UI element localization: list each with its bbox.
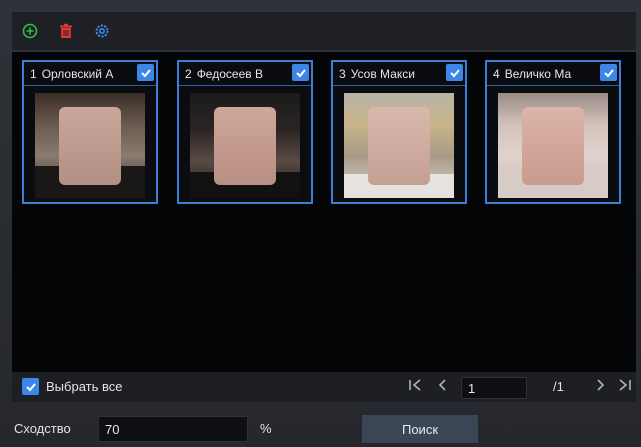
card-name: Федосеев В: [196, 66, 263, 81]
card-checkbox[interactable]: [137, 64, 154, 81]
face-card[interactable]: 2 Федосеев В: [177, 60, 313, 204]
prev-page-icon[interactable]: [437, 378, 449, 395]
search-button[interactable]: Поиск: [362, 415, 478, 443]
page-number-input[interactable]: 1: [461, 377, 527, 399]
last-page-icon[interactable]: [616, 378, 632, 395]
face-library-window: 1 Орловский А 2 Федосеев В 3 Усов Макси …: [0, 0, 641, 447]
face-photo: [35, 93, 145, 198]
similarity-label: Сходство: [14, 421, 71, 436]
footer-bar: Выбрать все 1 /1: [12, 372, 636, 402]
card-name: Величко Ма: [504, 66, 572, 81]
toolbar: [12, 12, 636, 50]
page-total: /1: [553, 379, 564, 394]
face-photo: [190, 93, 300, 198]
card-name: Усов Макси: [350, 66, 415, 81]
face-photo: [344, 93, 454, 198]
card-number: 2: [185, 66, 192, 81]
next-page-icon[interactable]: [594, 378, 606, 395]
similarity-unit: %: [260, 421, 272, 436]
check-icon: [140, 68, 151, 77]
trash-icon[interactable]: [56, 21, 76, 41]
card-checkbox[interactable]: [446, 64, 463, 81]
select-all-checkbox[interactable]: [22, 378, 39, 395]
similarity-input[interactable]: 70: [98, 416, 248, 442]
face-card[interactable]: 3 Усов Макси: [331, 60, 467, 204]
card-name: Орловский А: [41, 66, 114, 81]
card-number: 4: [493, 66, 500, 81]
face-grid: 1 Орловский А 2 Федосеев В 3 Усов Макси …: [12, 52, 636, 372]
gear-icon[interactable]: [92, 21, 112, 41]
card-checkbox[interactable]: [600, 64, 617, 81]
card-checkbox[interactable]: [292, 64, 309, 81]
card-number: 1: [30, 66, 37, 81]
check-icon: [449, 68, 460, 77]
check-icon: [295, 68, 306, 77]
select-all-label: Выбрать все: [46, 379, 123, 394]
check-icon: [603, 68, 614, 77]
first-page-icon[interactable]: [408, 378, 424, 395]
face-card[interactable]: 1 Орловский А: [22, 60, 158, 204]
check-icon: [25, 382, 36, 391]
add-circle-icon[interactable]: [20, 21, 40, 41]
face-photo: [498, 93, 608, 198]
card-number: 3: [339, 66, 346, 81]
face-card[interactable]: 4 Величко Ма: [485, 60, 621, 204]
